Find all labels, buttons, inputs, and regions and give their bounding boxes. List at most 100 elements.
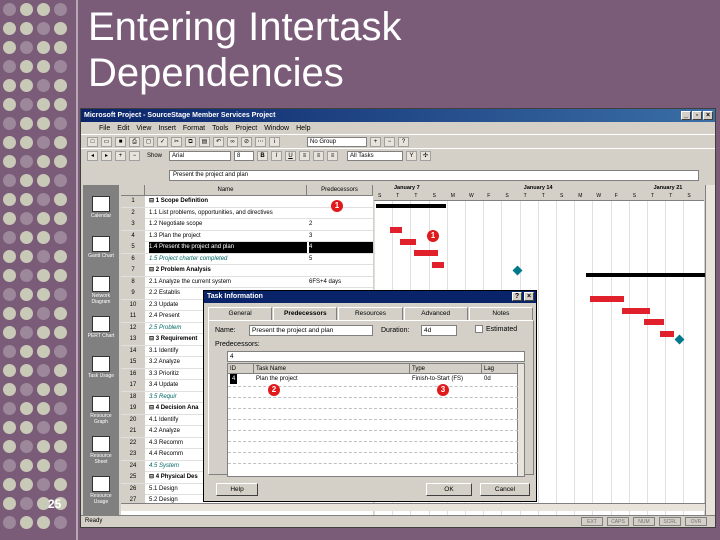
font-combo[interactable]: Arial: [169, 150, 232, 161]
split-task-icon[interactable]: ⋯: [255, 136, 266, 147]
menu-item[interactable]: Project: [235, 125, 257, 132]
indent-icon[interactable]: ▸: [101, 150, 112, 161]
restore-icon[interactable]: ▫: [692, 111, 702, 120]
menu-item[interactable]: Help: [296, 125, 310, 132]
predecessor-row[interactable]: 4 Plan the project Finish-to-Start (FS) …: [228, 374, 518, 384]
estimated-checkbox[interactable]: [475, 325, 483, 333]
task-info-icon[interactable]: i: [269, 136, 280, 147]
cell-edit-field[interactable]: 4: [227, 351, 525, 362]
table-row[interactable]: 6 1.5 Project charter completed 5: [121, 253, 373, 265]
print-icon[interactable]: ⎙: [129, 136, 140, 147]
summary-bar[interactable]: [586, 273, 710, 277]
view-label: Network Diagram: [91, 293, 111, 305]
menu-item[interactable]: File: [99, 125, 110, 132]
view-bar-item[interactable]: Network Diagram: [85, 273, 117, 309]
menu-item[interactable]: Window: [264, 125, 289, 132]
view-bar-item[interactable]: Task Usage: [85, 353, 117, 389]
table-row[interactable]: 3 1.2 Negotiate scope 2: [121, 219, 373, 231]
copy-icon[interactable]: ⧉: [185, 136, 196, 147]
italic-icon[interactable]: I: [271, 150, 283, 161]
milestone-marker[interactable]: [512, 265, 523, 276]
cut-icon[interactable]: ✂: [171, 136, 182, 147]
entry-bar[interactable]: Present the project and plan: [169, 170, 699, 181]
dialog-tab[interactable]: General: [208, 307, 273, 321]
view-bar-item[interactable]: Resource Graph: [85, 393, 117, 429]
task-bar[interactable]: [644, 319, 664, 325]
vertical-scrollbar[interactable]: [705, 185, 715, 515]
duration-field[interactable]: 4d: [421, 325, 457, 336]
undo-icon[interactable]: ↶: [213, 136, 224, 147]
decorative-dot: [20, 497, 33, 510]
gantt-gridline: [683, 201, 685, 515]
underline-icon[interactable]: U: [285, 150, 297, 161]
view-bar-item[interactable]: Resource Usage: [85, 473, 117, 509]
expand-icon[interactable]: +: [115, 150, 126, 161]
table-row[interactable]: 4 1.3 Plan the project 3: [121, 230, 373, 242]
view-bar-item[interactable]: PERT Chart: [85, 313, 117, 349]
decorative-dot: [20, 174, 33, 187]
outdent-icon[interactable]: ◂: [87, 150, 98, 161]
name-column-header[interactable]: Name: [145, 185, 307, 196]
predecessors-column-header[interactable]: Predecessors: [307, 185, 373, 196]
task-bar[interactable]: [660, 330, 674, 337]
menu-item[interactable]: Tools: [212, 125, 228, 132]
task-bar[interactable]: [414, 250, 438, 256]
paste-icon[interactable]: ▤: [199, 136, 210, 147]
show-dropdown[interactable]: Show: [147, 153, 162, 159]
table-row[interactable]: 5 1.4 Present the project and plan 4: [121, 242, 373, 254]
dialog-tab[interactable]: Advanced: [403, 307, 468, 321]
dialog-tab[interactable]: Resources: [338, 307, 403, 321]
horizontal-scrollbar[interactable]: [121, 503, 705, 511]
ok-button[interactable]: OK: [426, 483, 472, 496]
task-name-field[interactable]: Present the project and plan: [249, 325, 373, 336]
unlink-tasks-icon[interactable]: ⊘: [241, 136, 252, 147]
align-center-icon[interactable]: ≡: [313, 150, 325, 161]
menu-item[interactable]: Format: [183, 125, 205, 132]
align-left-icon[interactable]: ≡: [299, 150, 311, 161]
task-bar[interactable]: [432, 261, 444, 268]
bold-icon[interactable]: B: [257, 150, 269, 161]
print-preview-icon[interactable]: ◻: [143, 136, 154, 147]
autofilter-icon[interactable]: Y: [406, 150, 418, 161]
decorative-dot: [37, 402, 50, 415]
spelling-icon[interactable]: ✓: [157, 136, 168, 147]
font-size-combo[interactable]: 8: [234, 150, 255, 161]
task-bar[interactable]: [400, 238, 416, 245]
zoom-in-icon[interactable]: +: [370, 136, 381, 147]
table-row[interactable]: 7 ⊟ 2 Problem Analysis: [121, 265, 373, 277]
timescale-day: T: [523, 193, 527, 199]
minimize-icon[interactable]: _: [681, 111, 691, 120]
dialog-close-icon[interactable]: ×: [524, 292, 534, 301]
task-bar[interactable]: [590, 296, 624, 302]
dialog-tab[interactable]: Predecessors: [273, 307, 338, 321]
gantt-wizard-icon[interactable]: ✣: [420, 150, 432, 161]
help-button[interactable]: Help: [216, 483, 258, 496]
link-tasks-icon[interactable]: ∞: [227, 136, 238, 147]
filter-combo[interactable]: All Tasks: [347, 150, 404, 161]
menu-item[interactable]: Edit: [117, 125, 129, 132]
table-row[interactable]: 8 2.1 Analyze the current system 6FS+4 day…: [121, 276, 373, 288]
menu-item[interactable]: View: [136, 125, 151, 132]
collapse-icon[interactable]: −: [129, 150, 140, 161]
close-icon[interactable]: ×: [703, 111, 713, 120]
summary-bar[interactable]: [376, 204, 446, 208]
cancel-button[interactable]: Cancel: [480, 483, 530, 496]
new-file-icon[interactable]: □: [87, 136, 98, 147]
decorative-dot: [54, 155, 67, 168]
zoom-out-icon[interactable]: −: [384, 136, 395, 147]
align-right-icon[interactable]: ≡: [327, 150, 339, 161]
view-label: PERT Chart: [87, 333, 115, 339]
view-bar-item[interactable]: Calendar: [85, 193, 117, 229]
group-by-combo[interactable]: No Group: [307, 136, 367, 147]
save-icon[interactable]: ■: [115, 136, 126, 147]
dialog-tab[interactable]: Notes: [468, 307, 534, 321]
task-bar[interactable]: [390, 227, 402, 233]
view-bar-item[interactable]: Resource Sheet: [85, 433, 117, 469]
view-bar-item[interactable]: Gantt Chart: [85, 233, 117, 269]
dialog-help-icon[interactable]: ?: [512, 292, 522, 301]
task-bar[interactable]: [622, 307, 650, 314]
grid-scrollbar[interactable]: [517, 364, 524, 476]
help-icon[interactable]: ?: [398, 136, 409, 147]
menu-item[interactable]: Insert: [158, 125, 176, 132]
open-folder-icon[interactable]: ▭: [101, 136, 112, 147]
